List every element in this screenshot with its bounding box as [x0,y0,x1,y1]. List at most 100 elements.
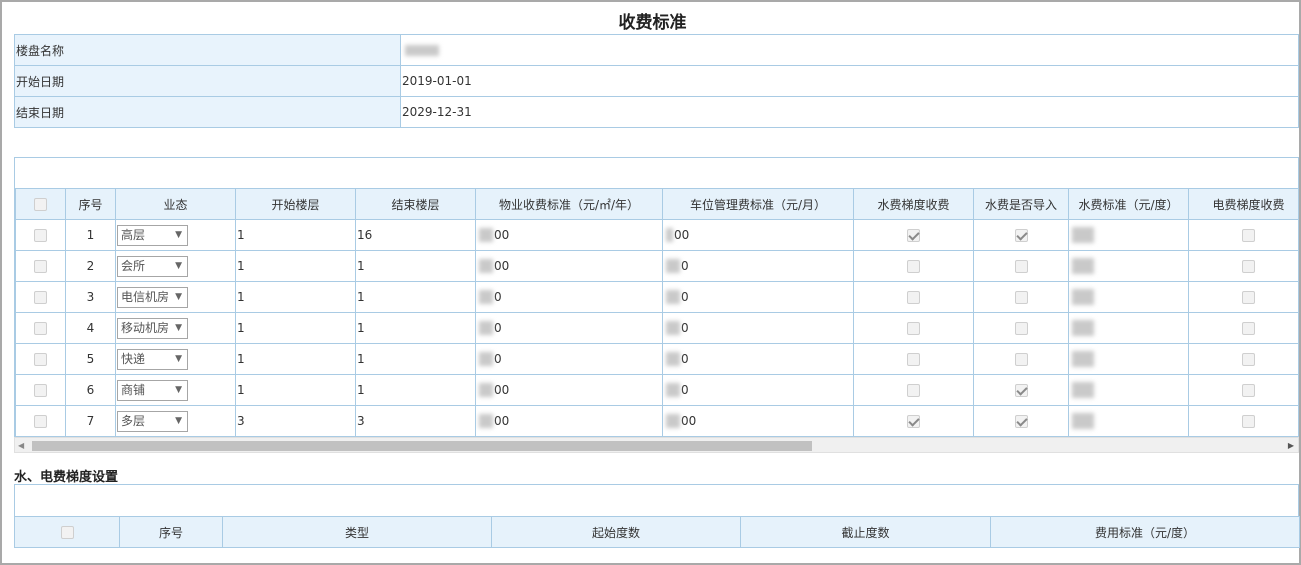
row-checkbox[interactable] [34,291,47,304]
table-row[interactable]: 1 高层 ▼ 1 16 00 00 [15,219,1298,251]
select-all-checkbox[interactable] [34,198,47,211]
row-water-std-cell[interactable] [1068,405,1189,437]
row-seq: 7 [65,405,116,437]
row-property-fee-cell[interactable]: 0 [475,281,663,313]
water-tier-checkbox[interactable] [907,260,920,273]
elec-tier-checkbox[interactable] [1242,229,1255,242]
row-end-floor[interactable]: 1 [355,312,476,344]
table-row[interactable]: 2 会所 ▼ 1 1 00 0 [15,250,1298,282]
water-import-checkbox[interactable] [1014,415,1028,428]
water-tier-checkbox[interactable] [907,415,920,428]
water-import-checkbox[interactable] [1014,384,1028,397]
row-property-fee-cell[interactable]: 0 [475,312,663,344]
row-end-floor[interactable]: 1 [355,250,476,282]
table-row[interactable]: 5 快递 ▼ 1 1 0 0 [15,343,1298,375]
elec-tier-checkbox[interactable] [1242,291,1255,304]
row-water-tier-cell [853,281,974,313]
row-property-fee-cell[interactable]: 00 [475,219,663,251]
water-import-checkbox[interactable] [1014,322,1028,335]
redacted-value [479,383,493,398]
row-parking-fee-cell[interactable]: 0 [662,312,854,344]
row-checkbox[interactable] [34,322,47,335]
arrow-left-icon[interactable]: ◀ [18,438,24,454]
project-name-label: 楼盘名称 [14,34,401,66]
row-end-floor[interactable]: 1 [355,281,476,313]
row-water-std-cell[interactable] [1068,219,1189,251]
end-date-value: 2029-12-31 [400,96,1299,128]
table-row[interactable]: 7 多层 ▼ 3 3 00 00 [15,405,1298,437]
row-parking-fee-cell[interactable]: 0 [662,281,854,313]
tier-header-seq: 序号 [119,516,223,548]
elec-tier-checkbox[interactable] [1242,415,1255,428]
row-end-floor[interactable]: 1 [355,374,476,406]
row-water-std-cell[interactable] [1068,281,1189,313]
row-property-fee-cell[interactable]: 0 [475,343,663,375]
row-checkbox[interactable] [34,229,47,242]
row-water-std-cell[interactable] [1068,250,1189,282]
type-select[interactable]: 高层 ▼ [117,224,188,246]
type-select[interactable]: 电信机房 ▼ [117,286,188,308]
type-select[interactable]: 移动机房 ▼ [117,317,188,339]
redacted-value [1072,413,1094,429]
water-tier-checkbox[interactable] [907,384,920,397]
row-seq: 3 [65,281,116,313]
table-row[interactable]: 4 移动机房 ▼ 1 1 0 0 [15,312,1298,344]
water-import-checkbox[interactable] [1014,260,1028,273]
water-import-checkbox[interactable] [1014,353,1028,366]
row-parking-fee-cell[interactable]: 00 [662,405,854,437]
info-row-project: 楼盘名称 [14,34,1299,66]
type-select[interactable]: 多层 ▼ [117,410,188,432]
row-parking-fee-cell[interactable]: 00 [662,219,854,251]
row-start-floor[interactable]: 1 [235,250,356,282]
row-parking-fee-cell[interactable]: 0 [662,250,854,282]
water-import-checkbox[interactable] [1014,229,1028,242]
chevron-down-icon: ▼ [175,415,182,426]
row-parking-fee-cell[interactable]: 0 [662,374,854,406]
row-start-floor[interactable]: 3 [235,405,356,437]
row-select-cell [15,374,66,406]
row-checkbox[interactable] [34,415,47,428]
horizontal-scrollbar[interactable]: ◀ ▶ [14,437,1299,453]
water-tier-checkbox[interactable] [907,353,920,366]
table-row[interactable]: 6 商铺 ▼ 1 1 00 0 [15,374,1298,406]
row-start-floor[interactable]: 1 [235,374,356,406]
row-end-floor[interactable]: 3 [355,405,476,437]
row-water-std-cell[interactable] [1068,374,1189,406]
type-select[interactable]: 商铺 ▼ [117,379,188,401]
row-start-floor[interactable]: 1 [235,219,356,251]
water-tier-checkbox[interactable] [907,229,920,242]
type-select-value: 会所 [121,258,146,273]
elec-tier-checkbox[interactable] [1242,260,1255,273]
arrow-right-icon[interactable]: ▶ [1288,438,1294,454]
elec-tier-checkbox[interactable] [1242,322,1255,335]
water-tier-checkbox[interactable] [907,291,920,304]
elec-tier-checkbox[interactable] [1242,384,1255,397]
row-property-fee: 0 [494,351,502,366]
grid-header-row: 序号 业态 开始楼层 结束楼层 物业收费标准（元/㎡/年） 车位管理费标准（元/… [15,188,1298,220]
row-start-floor[interactable]: 1 [235,281,356,313]
tier-select-all-checkbox[interactable] [60,526,74,539]
row-checkbox[interactable] [34,353,47,366]
row-property-fee: 0 [494,320,502,335]
row-water-std-cell[interactable] [1068,343,1189,375]
row-start-floor[interactable]: 1 [235,343,356,375]
water-tier-checkbox[interactable] [907,322,920,335]
row-checkbox[interactable] [34,384,47,397]
row-property-fee-cell[interactable]: 00 [475,250,663,282]
type-select[interactable]: 会所 ▼ [117,255,188,277]
row-water-std-cell[interactable] [1068,312,1189,344]
row-select-cell [15,250,66,282]
type-select[interactable]: 快递 ▼ [117,348,188,370]
row-end-floor[interactable]: 16 [355,219,476,251]
row-property-fee-cell[interactable]: 00 [475,405,663,437]
scrollbar-thumb[interactable] [32,441,812,451]
table-row[interactable]: 3 电信机房 ▼ 1 1 0 0 [15,281,1298,313]
elec-tier-checkbox[interactable] [1242,353,1255,366]
row-water-import-cell [973,343,1069,375]
water-import-checkbox[interactable] [1014,291,1028,304]
row-start-floor[interactable]: 1 [235,312,356,344]
row-checkbox[interactable] [34,260,47,273]
row-property-fee-cell[interactable]: 00 [475,374,663,406]
row-end-floor[interactable]: 1 [355,343,476,375]
row-parking-fee-cell[interactable]: 0 [662,343,854,375]
